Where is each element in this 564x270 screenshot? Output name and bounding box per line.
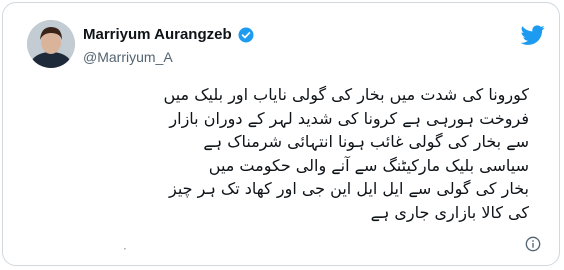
tweet-card[interactable]: Marriyum Aurangzeb @Marriyum_A کورونا کی… — [2, 2, 560, 266]
tweet-text-line: کی کالا بازاری جاری ہے — [370, 202, 529, 222]
tweet-text-line: سیاسی بلیک مارکیٹنگ سے آنے والی حکومت می… — [208, 155, 529, 175]
avatar-photo — [27, 20, 75, 68]
user-handle[interactable]: @Marriyum_A — [83, 49, 173, 65]
footer-decoration: · — [123, 242, 128, 256]
tweet-text-line: بخار کی گولی سے ایل ایل این جی اور کھاد … — [169, 179, 529, 198]
twitter-bird-icon[interactable] — [521, 23, 545, 47]
tweet-text-line: سے بخار کی گولی غائب ہونا انتہائی شرمناک… — [203, 132, 529, 151]
tweet-text: کورونا کی شدت میں بخار کی گولی نایاب اور… — [63, 83, 529, 224]
display-name[interactable]: Marriyum Aurangzeb — [83, 26, 232, 43]
tweet-text-line: کورونا کی شدت میں بخار کی گولی نایاب اور… — [163, 85, 529, 104]
info-icon[interactable] — [525, 236, 541, 252]
avatar[interactable] — [27, 20, 75, 68]
verified-badge-icon — [238, 27, 254, 43]
tweet-text-line: فروخت ہورہی ہے کرونا کی شدید لہر کے دورا… — [169, 108, 529, 128]
